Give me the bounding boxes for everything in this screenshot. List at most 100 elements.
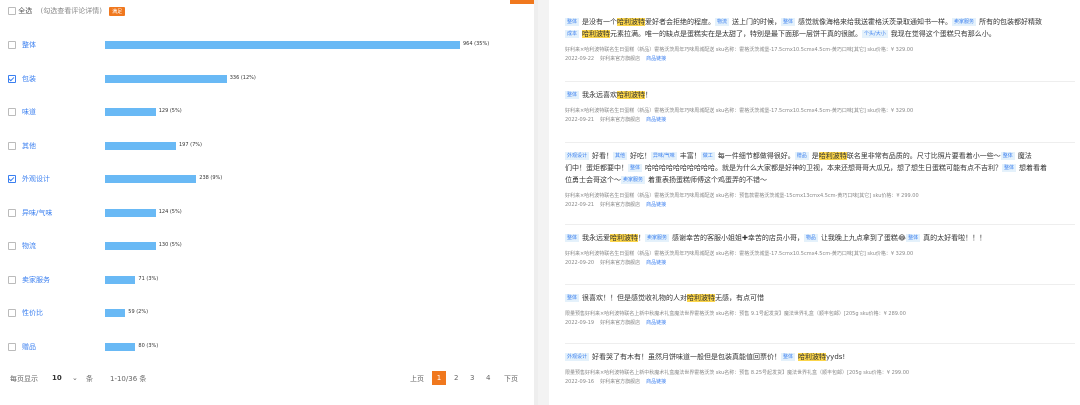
aspect-label[interactable]: 赠品 — [22, 342, 36, 352]
review-text: 想着看着 — [1019, 164, 1048, 172]
review-item: 整体 我永远喜欢哈利波特！ 好利来×哈利波特联名生日蛋糕（新品）霍格沃茨周年巧味周城… — [565, 89, 1075, 125]
review-text: yyds! — [826, 353, 846, 361]
keyword-highlight: 哈利波特 — [818, 152, 847, 160]
aspect-row[interactable]: 物流 130 (5%) — [8, 239, 528, 253]
aspect-tag: 物品 — [803, 234, 818, 242]
product-sku-info: 限量预售好利来×哈利波特联名上新中秋魔术礼盒魔法世界霍格沃茨 sku名称：预售 … — [565, 370, 910, 376]
aspect-label[interactable]: 物流 — [22, 241, 36, 251]
aspect-count-label: 59 (2%) — [128, 309, 149, 315]
review-text-line: 外观设计 好看哭了有木有！虽然月饼味道一般但是包装真能值回票价！ 整体 哈利波特yyd… — [565, 351, 1075, 363]
page-2-button[interactable]: 2 — [454, 374, 458, 382]
shop-name: 好利来官方旗舰店 — [600, 202, 641, 208]
aspect-bar — [105, 108, 156, 116]
select-hint: (勾选查看评论详情) — [40, 7, 102, 15]
shop-name: 好利来官方旗舰店 — [600, 379, 641, 385]
review-divider — [565, 142, 1075, 143]
select-all-checkbox[interactable] — [8, 7, 16, 15]
aspect-row[interactable]: 赠品 80 (3%) — [8, 340, 528, 354]
aspect-label[interactable]: 外观设计 — [22, 174, 50, 184]
aspect-count-label: 80 (3%) — [138, 342, 159, 349]
review-item: 外观设计 好看哭了有木有！虽然月饼味道一般但是包装真能值回票价！ 整体 哈利波特yyd… — [565, 351, 1075, 387]
review-date: 2022-09-16 — [565, 379, 595, 385]
review-list: 整体 是没有一个哈利波特爱好者会拒绝的程度。 物流 送上门的时候， 整体 感觉就像海格来给… — [549, 0, 1080, 405]
review-text: 哈哈哈哈哈哈哈哈哈哈。就是为什么大家都是好神的卫视，本来还想哥哥大瓜兄，想了想生… — [645, 164, 1003, 172]
aspect-checkbox[interactable] — [8, 342, 16, 351]
aspect-label[interactable]: 包装 — [22, 74, 36, 84]
page-4-button[interactable]: 4 — [486, 374, 490, 382]
product-link[interactable]: 商品链接 — [646, 117, 666, 123]
aspect-bar — [105, 141, 176, 150]
aspect-row[interactable]: 性价比 59 (2%) — [8, 306, 528, 320]
aspect-label[interactable]: 异味/气味 — [22, 208, 52, 218]
product-link[interactable]: 商品链接 — [646, 320, 666, 326]
aspect-row[interactable]: 卖家服务 71 (3%) — [8, 273, 528, 287]
aspect-label[interactable]: 卖家服务 — [22, 275, 50, 285]
select-all-label[interactable]: 全选 — [18, 7, 32, 15]
review-text: 着重表扬蛋糕师傅这个鸡蛋弄的不错～ — [648, 176, 768, 184]
aspect-row[interactable]: 异味/气味 124 (5%) — [8, 206, 528, 220]
review-item: 整体 很喜欢！！但是感觉收礼物的人对哈利波特无感，有点可惜 限量预售好利来×哈利波特… — [565, 292, 1075, 328]
product-link[interactable]: 商品链接 — [646, 260, 666, 266]
aspect-count-label: 124 (5%) — [158, 208, 182, 215]
aspect-count-label: 336 (12%) — [229, 74, 256, 81]
product-link[interactable]: 商品链接 — [646, 379, 666, 385]
scrollbar[interactable] — [534, 0, 538, 405]
keyword-highlight: 哈利波特 — [582, 30, 611, 38]
review-text: ！ — [645, 91, 653, 99]
aspect-row[interactable]: 整体 964 (35%) — [8, 38, 528, 52]
keyword-highlight: 哈利波特 — [610, 234, 639, 242]
aspect-tag: 整体 — [781, 353, 796, 361]
aspect-row[interactable]: 包装 336 (12%) — [8, 72, 528, 86]
shop-name: 好利来官方旗舰店 — [600, 320, 641, 326]
aspect-row[interactable]: 味道 129 (5%) — [8, 105, 528, 119]
review-item: 外观设计 好看！ 其他 好吃！ 异味/气味 丰富！ 做工 每一件细节都做得很好。 赠品 是哈利波特… — [565, 150, 1075, 210]
aspect-row[interactable]: 外观设计 238 (9%) — [8, 172, 528, 186]
review-text-line: 整体 我永远爱哈利波特！ 卖家服务 感谢幸苦的客服小姐姐✚幸苦的店员小哥， 物品 让我晚上… — [565, 232, 1075, 244]
aspect-label[interactable]: 味道 — [22, 107, 36, 117]
product-link[interactable]: 商品链接 — [646, 202, 666, 208]
aspect-checkbox[interactable] — [8, 175, 16, 183]
prev-page-button[interactable]: 上页 — [410, 374, 424, 384]
aspect-checkbox[interactable] — [8, 74, 16, 83]
aspect-count-label: 238 (9%) — [199, 175, 223, 181]
aspect-checkbox[interactable] — [8, 275, 16, 284]
aspect-tag: 整体 — [781, 18, 796, 26]
chevron-down-icon[interactable]: ⌄ — [72, 374, 78, 382]
aspect-label[interactable]: 整体 — [22, 40, 36, 50]
review-text: 每一件细节都做得很好。 — [717, 152, 795, 160]
aspect-tag: 整体 — [565, 234, 580, 242]
review-text: 好吃！ — [630, 152, 652, 160]
per-page-select[interactable]: 10 — [52, 374, 62, 382]
aspect-tag: 整体 — [906, 234, 921, 242]
aspect-label[interactable]: 其他 — [22, 141, 36, 151]
review-text: 让我晚上九点拿到了蛋糕😂 — [820, 234, 907, 242]
review-meta: 2022-09-20 好利来官方旗舰店 商品链接 — [565, 259, 1075, 268]
review-divider — [565, 343, 1075, 344]
keyword-highlight: 哈利波特 — [617, 18, 646, 26]
aspect-checkbox[interactable] — [8, 141, 16, 150]
review-date: 2022-09-21 — [565, 117, 595, 123]
aspect-checkbox[interactable] — [8, 208, 16, 217]
aspect-tag: 其他 — [613, 152, 628, 160]
aspect-label[interactable]: 性价比 — [22, 308, 43, 318]
next-page-button[interactable]: 下页 — [504, 374, 518, 384]
aspect-row[interactable]: 其他 197 (7%) — [8, 139, 528, 153]
review-text: 位勇士会哥这个～ — [565, 176, 621, 184]
aspect-tag: 成本 — [565, 30, 580, 38]
product-sku-info: 好利来×哈利波特联名生日蛋糕（新品）霍格沃茨周年巧味周城配送 sku名称：霍格沃… — [565, 251, 914, 257]
aspect-checkbox[interactable] — [8, 41, 16, 49]
review-meta: 2022-09-22 好利来官方旗舰店 商品链接 — [565, 55, 1075, 64]
review-text-line: 成本 哈利波特元素拉满。唯一的缺点是蛋糕实在是太甜了，特别是最下面那一层饼干真的很… — [565, 28, 1075, 40]
page-3-button[interactable]: 3 — [470, 374, 474, 382]
aspect-tag: 整体 — [565, 294, 580, 302]
review-date: 2022-09-21 — [565, 202, 595, 208]
review-text-line: 们中！蛋炬都要中！ 整体 哈哈哈哈哈哈哈哈哈哈。就是为什么大家都是好神的卫视，本来还… — [565, 162, 1075, 174]
page-1-button[interactable]: 1 — [432, 371, 446, 385]
aspect-checkbox[interactable] — [8, 108, 16, 116]
aspect-bar — [105, 175, 197, 183]
aspect-checkbox[interactable] — [8, 242, 16, 250]
aspect-checkbox[interactable] — [8, 309, 16, 317]
product-link[interactable]: 商品链接 — [646, 56, 666, 62]
review-text: 魔法 — [1017, 152, 1032, 160]
review-text: 送上门的时候， — [732, 18, 782, 26]
